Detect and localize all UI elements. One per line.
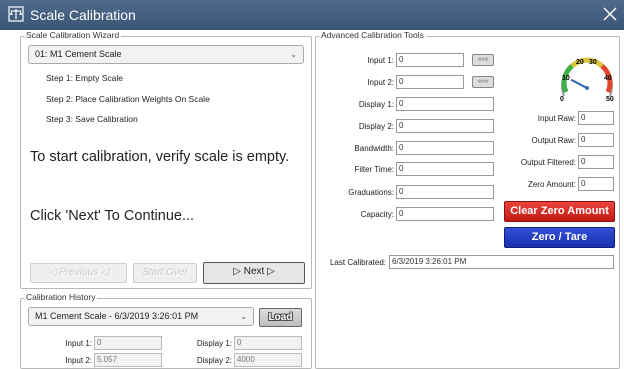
window-title: Scale Calibration (30, 7, 136, 23)
instruction-text: To start calibration, verify scale is em… (30, 149, 290, 165)
close-icon[interactable] (600, 4, 620, 24)
gauge-tick-10: 10 (562, 75, 570, 82)
read-input1-button[interactable]: ■■■ (472, 54, 494, 66)
history-select[interactable]: M1 Cement Scale - 6/3/2019 3:26:01 PM ⌄ (28, 307, 254, 326)
output-filtered-field: 0 (578, 155, 614, 169)
bandwidth-label: Bandwidth: (354, 144, 394, 153)
filter-time-field[interactable]: 0 (396, 162, 494, 176)
graduations-label: Graduations: (348, 188, 394, 197)
adv-input2-label: Input 2: (367, 78, 394, 87)
zero-tare-button[interactable]: Zero / Tare (504, 227, 615, 248)
gauge-tick-20: 20 (576, 59, 584, 66)
read-input2-button[interactable]: ■■■ (472, 76, 494, 88)
adv-display2-field[interactable]: 0 (396, 119, 494, 133)
history-input1-label: Input 1: (65, 339, 92, 348)
last-calibrated-label: Last Calibrated: (329, 258, 386, 267)
gauge-tick-30: 30 (589, 59, 597, 66)
bandwidth-field[interactable]: 0 (396, 141, 494, 155)
adv-display1-label: Display 1: (358, 100, 394, 109)
gauge-hub (585, 86, 589, 90)
start-over-button[interactable]: Start Over (133, 263, 197, 283)
chevron-down-icon: ⌄ (240, 312, 247, 321)
scale-icon (8, 6, 24, 22)
weight-gauge: 0 10 20 30 40 50 (560, 57, 614, 103)
input-raw-label: Input Raw: (537, 114, 576, 123)
graduations-field[interactable]: 0 (396, 185, 494, 199)
history-display2-label: Display 2: (196, 356, 232, 365)
chevron-down-icon: ⌄ (290, 50, 297, 59)
zero-amount-field: 0 (578, 177, 614, 191)
output-raw-label: Output Raw: (531, 136, 576, 145)
adv-input2-field[interactable]: 0 (396, 75, 464, 89)
gauge-tick-40: 40 (604, 75, 612, 82)
gauge-tick-50: 50 (606, 96, 614, 103)
adv-display1-field[interactable]: 0 (396, 97, 494, 111)
step-3: Step 3: Save Calibration (46, 114, 138, 124)
history-display2-field: 4000 (234, 353, 302, 367)
scale-select[interactable]: 01: M1 Cement Scale ⌄ (28, 45, 304, 64)
history-display1-field: 0 (234, 336, 302, 350)
history-input2-field: 5.057 (94, 353, 162, 367)
load-button[interactable]: Load (259, 308, 302, 327)
next-button[interactable]: ▷ Next ▷ (203, 262, 305, 284)
history-display1-label: Display 1: (196, 339, 232, 348)
continue-text: Click 'Next' To Continue... (30, 208, 195, 224)
previous-button[interactable]: ◁ Previous ◁ (30, 263, 127, 283)
clear-zero-amount-button[interactable]: Clear Zero Amount (504, 201, 615, 222)
capacity-label: Capacity: (360, 210, 394, 219)
output-raw-field: 0 (578, 133, 614, 147)
output-filtered-label: Output Filtered: (520, 158, 576, 167)
history-input1-field: 0 (94, 336, 162, 350)
adv-display2-label: Display 2: (358, 122, 394, 131)
input-raw-field: 0 (578, 111, 614, 125)
title-bar: Scale Calibration (0, 0, 624, 30)
gauge-needle (570, 78, 588, 89)
last-calibrated-field: 6/3/2019 3:26:01 PM (389, 255, 614, 269)
capacity-field[interactable]: 0 (396, 207, 494, 221)
scale-select-value: 01: M1 Cement Scale (35, 49, 122, 59)
wizard-legend: Scale Calibration Wizard (24, 30, 122, 40)
history-legend: Calibration History (24, 292, 98, 302)
history-input2-label: Input 2: (65, 356, 92, 365)
step-2: Step 2: Place Calibration Weights On Sca… (46, 94, 210, 104)
history-select-value: M1 Cement Scale - 6/3/2019 3:26:01 PM (35, 311, 199, 321)
advanced-legend: Advanced Calibration Tools (319, 30, 426, 40)
adv-input1-label: Input 1: (367, 56, 394, 65)
step-1: Step 1: Empty Scale (46, 73, 124, 83)
adv-input1-field[interactable]: 0 (396, 53, 464, 67)
gauge-tick-0: 0 (560, 96, 564, 103)
filter-time-label: Filter Time: (354, 165, 394, 174)
zero-amount-label: Zero Amount: (527, 180, 576, 189)
